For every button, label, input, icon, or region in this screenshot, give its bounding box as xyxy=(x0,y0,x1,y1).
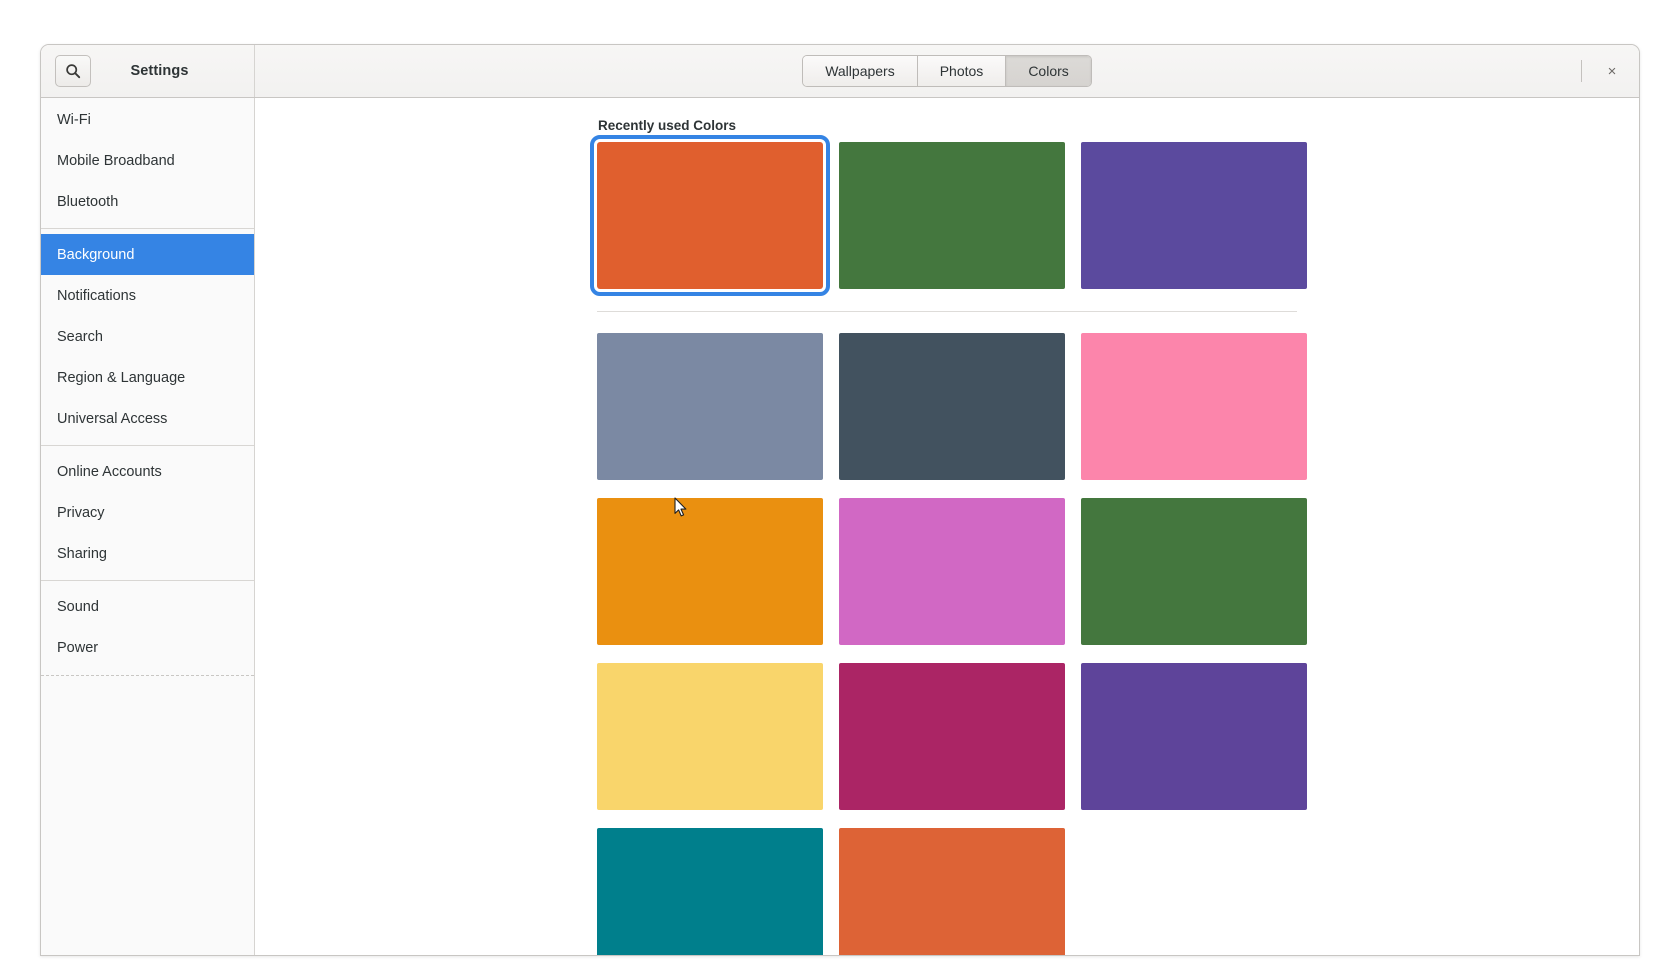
header-bar: Settings Wallpapers Photos Colors × xyxy=(41,45,1639,98)
sidebar-item-label: Power xyxy=(57,639,99,656)
background-colors-panel: Recently used Colors xyxy=(255,98,1639,955)
sidebar-item-background[interactable]: Background xyxy=(41,234,254,275)
color-swatch-color-burnt-orange[interactable] xyxy=(839,828,1065,955)
sidebar-item-label: Privacy xyxy=(57,504,105,521)
sidebar-item-label: Sharing xyxy=(57,545,107,562)
close-window-button[interactable]: × xyxy=(1599,58,1625,84)
recently-used-colors-grid xyxy=(590,135,1307,296)
color-swatch-color-teal[interactable] xyxy=(597,828,823,955)
sidebar-item-bluetooth[interactable]: Bluetooth xyxy=(41,181,254,222)
section-divider xyxy=(597,311,1297,312)
sidebar-separator xyxy=(41,675,254,676)
panel-inner: Recently used Colors xyxy=(590,98,1307,955)
sidebar-item-label: Online Accounts xyxy=(57,463,162,480)
sidebar-item-region-language[interactable]: Region & Language xyxy=(41,357,254,398)
sidebar-item-mobile-broadband[interactable]: Mobile Broadband xyxy=(41,140,254,181)
window-title: Settings xyxy=(130,63,189,79)
sidebar-item-label: Sound xyxy=(57,598,99,615)
sidebar-separator xyxy=(41,580,254,581)
header-right-section: Wallpapers Photos Colors × xyxy=(255,45,1639,97)
color-swatch-color-orchid[interactable] xyxy=(839,498,1065,645)
close-icon: × xyxy=(1607,62,1617,80)
color-swatch-recent-purple[interactable] xyxy=(1081,142,1307,289)
settings-window: Settings Wallpapers Photos Colors × Wi-Fi M… xyxy=(40,44,1640,956)
sidebar-item-wifi[interactable]: Wi-Fi xyxy=(41,99,254,140)
tab-colors[interactable]: Colors xyxy=(1006,56,1091,86)
sidebar-item-label: Search xyxy=(57,328,103,345)
sidebar-item-label: Wi-Fi xyxy=(57,111,91,128)
settings-sidebar: Wi-Fi Mobile Broadband Bluetooth Background… xyxy=(41,98,255,955)
sidebar-item-notifications[interactable]: Notifications xyxy=(41,275,254,316)
color-swatch-color-forest-green[interactable] xyxy=(1081,498,1307,645)
color-swatch-recent-orange[interactable] xyxy=(590,135,830,296)
header-separator xyxy=(1581,60,1582,82)
sidebar-item-label: Mobile Broadband xyxy=(57,152,175,169)
color-swatch-color-light-yellow[interactable] xyxy=(597,663,823,810)
sidebar-item-label: Region & Language xyxy=(57,369,186,386)
tab-wallpapers[interactable]: Wallpapers xyxy=(803,56,918,86)
search-icon xyxy=(66,64,81,79)
header-left-section: Settings xyxy=(41,45,255,97)
sidebar-item-label: Bluetooth xyxy=(57,193,119,210)
window-body: Wi-Fi Mobile Broadband Bluetooth Background… xyxy=(41,98,1639,955)
sidebar-item-label: Universal Access xyxy=(57,410,168,427)
sidebar-separator xyxy=(41,228,254,229)
color-swatch-color-violet[interactable] xyxy=(1081,663,1307,810)
search-button[interactable] xyxy=(55,55,91,87)
sidebar-item-label: Background xyxy=(57,246,135,263)
color-swatch-color-dark-slate[interactable] xyxy=(839,333,1065,480)
sidebar-item-online-accounts[interactable]: Online Accounts xyxy=(41,451,254,492)
color-swatch-recent-green[interactable] xyxy=(839,142,1065,289)
sidebar-item-search[interactable]: Search xyxy=(41,316,254,357)
sidebar-separator xyxy=(41,445,254,446)
color-swatch-color-orange[interactable] xyxy=(597,498,823,645)
sidebar-item-universal-access[interactable]: Universal Access xyxy=(41,398,254,439)
sidebar-item-privacy[interactable]: Privacy xyxy=(41,492,254,533)
tab-photos[interactable]: Photos xyxy=(917,56,1007,86)
sidebar-item-label: Notifications xyxy=(57,287,136,304)
sidebar-item-sharing[interactable]: Sharing xyxy=(41,533,254,574)
sidebar-item-sound[interactable]: Sound xyxy=(41,586,254,627)
color-swatch-color-slate-blue[interactable] xyxy=(597,333,823,480)
recently-used-colors-heading: Recently used Colors xyxy=(598,118,737,133)
view-switcher: Wallpapers Photos Colors xyxy=(802,55,1092,87)
sidebar-list: Wi-Fi Mobile Broadband Bluetooth Background… xyxy=(41,98,254,676)
sidebar-item-power[interactable]: Power xyxy=(41,627,254,668)
color-swatch-color-magenta[interactable] xyxy=(839,663,1065,810)
window-controls: × xyxy=(1581,45,1625,97)
color-palette-grid xyxy=(597,333,1307,955)
color-swatch-color-pink[interactable] xyxy=(1081,333,1307,480)
